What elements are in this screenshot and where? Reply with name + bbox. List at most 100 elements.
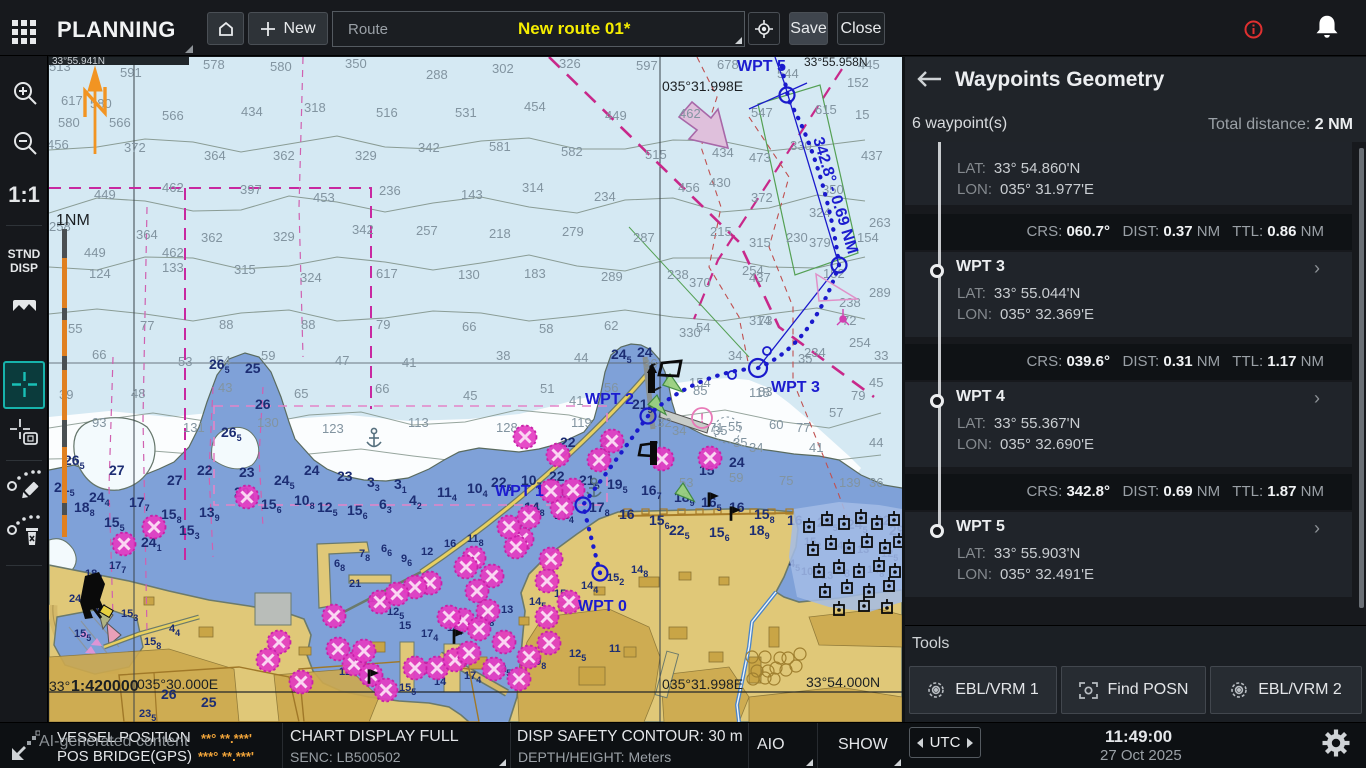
svg-text:24: 24 (304, 462, 320, 478)
svg-text:289: 289 (601, 269, 623, 284)
svg-text:35: 35 (733, 435, 747, 450)
svg-text:449: 449 (84, 245, 106, 260)
svg-text:315: 315 (234, 262, 256, 277)
svg-text:25: 25 (245, 360, 261, 376)
svg-text:24: 24 (729, 454, 745, 470)
svg-text:27: 27 (167, 472, 183, 488)
svg-text:350: 350 (345, 57, 367, 71)
svg-text:23: 23 (239, 464, 255, 480)
svg-text:234: 234 (594, 189, 616, 204)
svg-text:362: 362 (201, 230, 223, 245)
svg-text:33°55.941N: 33°55.941N (52, 57, 105, 67)
svg-text:453: 453 (313, 190, 335, 205)
svg-text:434: 434 (241, 104, 263, 119)
svg-text:55: 55 (68, 321, 82, 336)
svg-text:462: 462 (679, 106, 701, 121)
svg-text:238: 238 (667, 267, 689, 282)
svg-text:597: 597 (636, 58, 658, 73)
svg-text:77: 77 (140, 318, 154, 333)
svg-text:582: 582 (561, 144, 583, 159)
svg-text:615: 615 (815, 102, 837, 117)
svg-text:15: 15 (855, 107, 869, 122)
svg-text:48: 48 (131, 386, 145, 401)
svg-text:287: 287 (633, 230, 655, 245)
svg-text:288: 288 (426, 67, 448, 82)
svg-text:515: 515 (645, 147, 667, 162)
svg-text:34: 34 (672, 423, 686, 438)
svg-text:591: 591 (120, 65, 142, 80)
svg-text:15: 15 (399, 620, 411, 632)
svg-text:1NM: 1NM (56, 212, 90, 229)
svg-text:449: 449 (94, 187, 116, 202)
svg-text:88: 88 (219, 317, 233, 332)
svg-text:WPT 3: WPT 3 (771, 379, 820, 396)
svg-text:364: 364 (204, 148, 226, 163)
svg-text:88: 88 (301, 317, 315, 332)
svg-text:57: 57 (829, 405, 843, 420)
svg-text:257: 257 (416, 223, 438, 238)
svg-text:238: 238 (839, 295, 861, 310)
svg-text:131: 131 (183, 420, 205, 435)
svg-text:33°54.000N: 33°54.000N (806, 674, 880, 690)
svg-text:035°31.998E: 035°31.998E (662, 78, 743, 94)
svg-text:462: 462 (162, 245, 184, 260)
svg-text:279: 279 (562, 224, 584, 239)
svg-text:236: 236 (379, 183, 401, 198)
svg-text:617: 617 (376, 266, 398, 281)
svg-text:23: 23 (337, 468, 353, 484)
svg-text:34: 34 (728, 348, 742, 363)
svg-text:33°: 33° (49, 678, 70, 694)
svg-text:329: 329 (355, 148, 377, 163)
svg-text:66: 66 (462, 319, 476, 334)
svg-text:65: 65 (294, 386, 308, 401)
svg-text:152: 152 (847, 75, 869, 90)
svg-text:41: 41 (809, 440, 823, 455)
svg-text:38: 38 (496, 348, 510, 363)
svg-text:!: ! (700, 411, 704, 426)
svg-text:43: 43 (218, 380, 232, 395)
svg-text:124: 124 (89, 266, 111, 281)
svg-text:154: 154 (857, 230, 879, 245)
svg-text:66: 66 (375, 381, 389, 396)
svg-text:578: 578 (203, 57, 225, 72)
svg-text:44: 44 (574, 350, 588, 365)
svg-text:11: 11 (609, 643, 621, 655)
svg-text:372: 372 (751, 190, 773, 205)
svg-text:437: 437 (749, 270, 771, 285)
svg-text:22: 22 (197, 462, 213, 478)
svg-text:41: 41 (569, 393, 583, 408)
svg-text:397: 397 (240, 182, 262, 197)
svg-text:12: 12 (421, 546, 433, 558)
svg-text:437: 437 (861, 148, 883, 163)
svg-text:329: 329 (273, 229, 295, 244)
svg-text:WPT 2: WPT 2 (585, 391, 634, 408)
svg-text:44: 44 (869, 435, 883, 450)
svg-text:035°31.998E: 035°31.998E (662, 676, 743, 692)
svg-text:35: 35 (713, 423, 727, 438)
svg-text:430: 430 (709, 175, 731, 190)
svg-text:364: 364 (136, 227, 158, 242)
svg-text:77: 77 (796, 420, 810, 435)
svg-text:1:420000: 1:420000 (71, 678, 139, 695)
svg-text:53: 53 (178, 354, 192, 369)
svg-text:035°30.000E: 035°30.000E (137, 676, 218, 692)
svg-text:314: 314 (522, 180, 544, 195)
svg-text:580: 580 (58, 115, 80, 130)
svg-text:41: 41 (402, 355, 416, 370)
svg-text:59: 59 (729, 470, 743, 485)
svg-text:130: 130 (458, 267, 480, 282)
svg-text:54: 54 (696, 320, 710, 335)
svg-text:516: 516 (376, 105, 398, 120)
svg-text:113: 113 (408, 415, 429, 430)
svg-text:85: 85 (693, 383, 707, 398)
svg-text:34: 34 (749, 440, 763, 455)
svg-text:WPT 0: WPT 0 (578, 598, 627, 615)
svg-text:342: 342 (418, 140, 440, 155)
svg-text:133: 133 (162, 260, 184, 275)
svg-text:318: 318 (304, 100, 326, 115)
svg-text:289: 289 (869, 285, 891, 300)
svg-text:580: 580 (270, 59, 292, 74)
svg-text:434: 434 (712, 145, 734, 160)
svg-text:324: 324 (809, 205, 831, 220)
svg-text:617: 617 (61, 93, 83, 108)
